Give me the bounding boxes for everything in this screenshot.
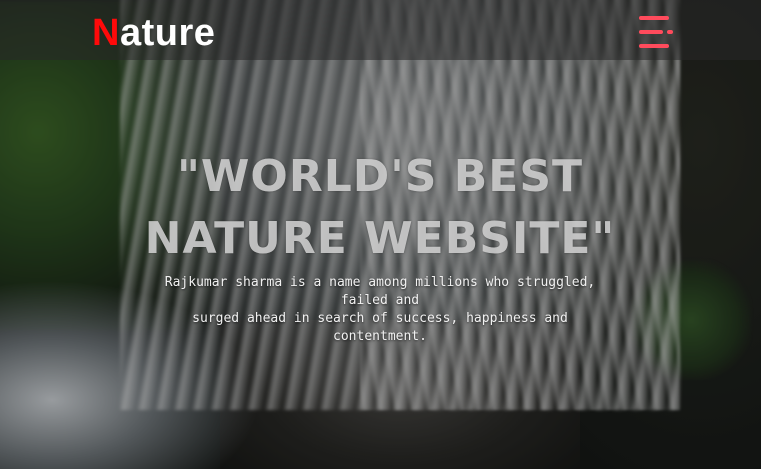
- top-navbar: Nature: [0, 0, 761, 60]
- logo-rest: ature: [119, 12, 216, 54]
- menu-bar-middle-dot: [667, 30, 673, 34]
- hero-text-line-2: failed and: [340, 293, 420, 308]
- hero-title-line-2: NATURE WEBSITE": [144, 213, 616, 264]
- hero-title-line-1: "WORLD'S BEST: [176, 151, 584, 202]
- logo-first-letter: N: [92, 12, 120, 54]
- menu-bar-middle: [639, 30, 663, 34]
- hero-text-line-1: Rajkumar sharma is a name among millions…: [164, 275, 596, 290]
- menu-bar-top: [639, 16, 669, 20]
- menu-bar-bottom: [639, 44, 669, 48]
- hero-description: Rajkumar sharma is a name among millions…: [100, 274, 660, 346]
- hero-title: "WORLD'S BEST NATURE WEBSITE": [80, 146, 680, 270]
- hero-text-line-4: contentment.: [333, 329, 427, 344]
- site-logo[interactable]: Nature: [92, 8, 215, 58]
- hamburger-menu-icon[interactable]: [637, 16, 675, 50]
- hero-text-line-3: surged ahead in search of success, happi…: [192, 311, 568, 326]
